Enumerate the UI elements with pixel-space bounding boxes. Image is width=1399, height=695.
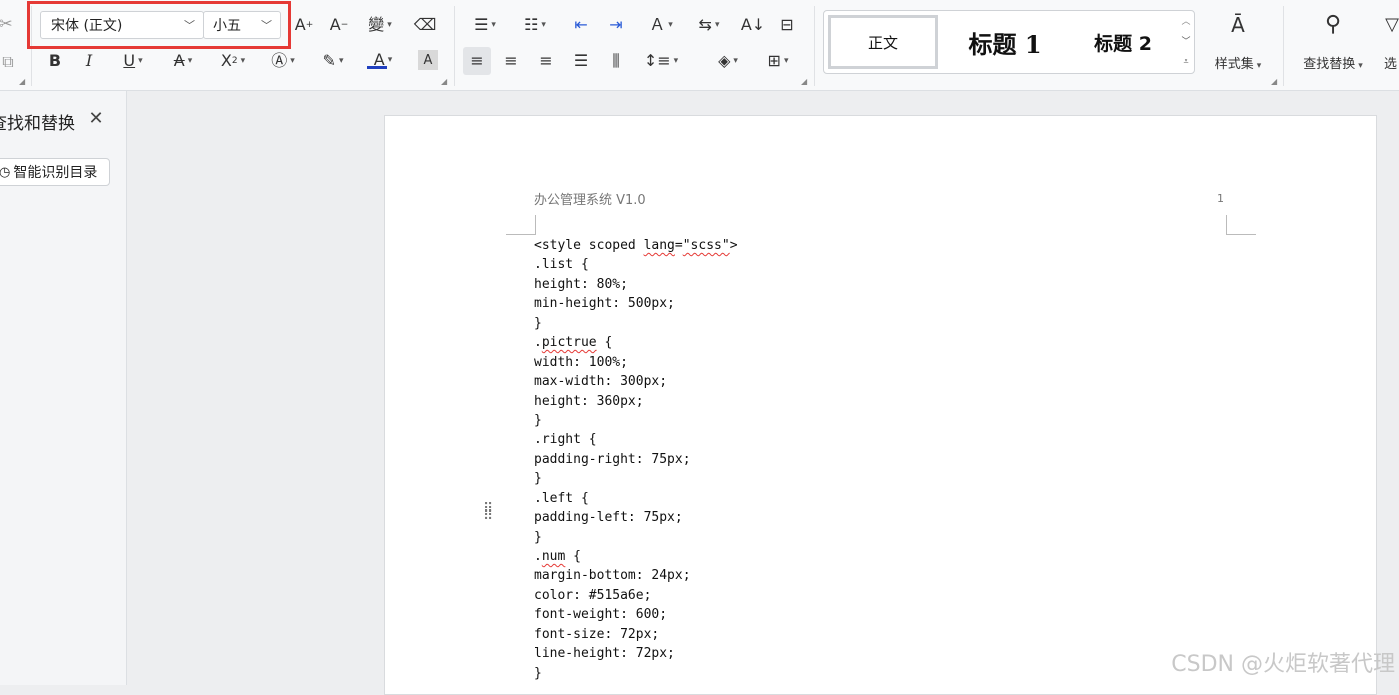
code-line: padding-right: 75px; (534, 451, 691, 467)
superscript-icon[interactable]: X 2 ▾ (214, 50, 252, 72)
strikethrough-icon[interactable]: A ▾ (164, 50, 202, 72)
style-set-label: 样式集 (1214, 57, 1254, 72)
style-set-button[interactable]: 样式集 ▾ (1203, 53, 1273, 72)
code-line: line-height: 72px; (534, 646, 675, 662)
underline-icon[interactable]: U ▾ (114, 50, 152, 72)
justify-icon[interactable]: ☰ (570, 50, 592, 72)
distributed-align-icon[interactable]: ⫼ (605, 50, 627, 72)
code-line: } (534, 412, 542, 428)
text-direction-icon[interactable]: ⇆ ▾ (692, 14, 726, 36)
sort-icon[interactable]: A↓ (741, 14, 765, 36)
paragraph-drag-handle-icon[interactable]: ⠿ ⠿ (483, 502, 497, 523)
highlight-box (27, 1, 291, 49)
code-line: font-size: 72px; (534, 626, 660, 642)
smart-toc-label: 智能识别目录 (13, 165, 98, 181)
page-number: 1 (1217, 192, 1224, 205)
search-icon[interactable]: ⚲ (1318, 10, 1348, 40)
grow-font-icon[interactable]: A + (293, 14, 315, 36)
code-line: width: 100%; (534, 354, 628, 370)
character-shading-icon[interactable]: A (418, 50, 438, 70)
shrink-font-icon[interactable]: A − (328, 14, 350, 36)
phonetic-guide-icon[interactable]: 變 ▾ (362, 14, 398, 36)
style-heading1-label: 标题 1 (968, 29, 1042, 59)
styles-gallery: 正文 标题 1 标题 2 ︿ ﹀ ⩡ (823, 10, 1195, 74)
code-line: padding-left: 75px; (534, 510, 683, 526)
style-set-icon[interactable]: Ā (1225, 12, 1251, 38)
code-line: .right { (534, 432, 597, 448)
gallery-up-icon[interactable]: ︿ (1179, 15, 1193, 29)
style-heading2[interactable]: 标题 2 (1072, 15, 1174, 69)
document-page[interactable] (384, 115, 1377, 695)
gallery-more-icon[interactable]: ⩡ (1179, 55, 1193, 69)
align-center-icon[interactable]: ≡ (500, 50, 522, 72)
code-line: } (534, 315, 542, 331)
font-color-bar (367, 66, 387, 69)
style-heading2-label: 标题 2 (1094, 32, 1152, 55)
find-replace-button[interactable]: 查找替换 ▾ (1293, 53, 1373, 72)
gallery-down-icon[interactable]: ﹀ (1179, 35, 1193, 49)
close-icon[interactable]: ✕ (86, 109, 106, 129)
italic-icon[interactable]: I (78, 50, 100, 72)
smart-toc-button[interactable]: ◷ 智能识别目录 (0, 158, 110, 186)
clipboard-group-expand-icon[interactable]: ◢ (19, 77, 25, 86)
code-line: margin-bottom: 24px; (534, 568, 691, 584)
code-line: font-weight: 600; (534, 607, 668, 623)
styles-group-expand-icon[interactable]: ◢ (1271, 77, 1277, 86)
borders-icon[interactable]: ⊞ ▾ (760, 50, 796, 72)
align-left-icon[interactable]: ≡ (463, 47, 491, 75)
code-line: } (534, 665, 542, 681)
pane-title: 查找和替换 (0, 114, 75, 134)
code-line: } (534, 529, 542, 545)
style-normal[interactable]: 正文 (828, 15, 938, 69)
code-line: } (534, 471, 542, 487)
decrease-indent-icon[interactable]: ⇤ (570, 14, 592, 36)
select-button[interactable]: 选 (1384, 53, 1399, 72)
highlight-color-icon[interactable]: ✎ ▾ (314, 50, 352, 72)
style-normal-label: 正文 (867, 33, 898, 52)
code-line: color: #515a6e; (534, 587, 652, 603)
chinese-layout-icon[interactable]: Ａ ▾ (642, 14, 680, 36)
numbered-list-icon[interactable]: ☷ ▾ (518, 14, 552, 36)
code-line: .list { (534, 257, 589, 273)
style-heading1[interactable]: 标题 1 (946, 15, 1064, 69)
bullet-list-icon[interactable]: ☰ ▾ (468, 14, 502, 36)
clock-icon: ◷ (0, 164, 11, 180)
margin-mark-left (506, 215, 536, 235)
cut-icon[interactable]: ✂ (0, 14, 16, 34)
select-label: 选 (1384, 57, 1398, 72)
clear-format-icon[interactable]: ⌫ (414, 14, 437, 36)
show-marks-icon[interactable]: ⊟ (776, 14, 798, 36)
watermark: CSDN @火炬软著代理 (1171, 652, 1395, 677)
code-block[interactable]: <style scoped lang="scss"> .list { height:… (534, 236, 738, 683)
code-line: height: 80%; (534, 276, 628, 292)
paragraph-group-expand-icon[interactable]: ◢ (801, 77, 807, 86)
text-effect-icon[interactable]: Ⓐ ▾ (264, 50, 302, 72)
code-line: .pictrue { (534, 335, 613, 351)
bold-icon[interactable]: B (44, 50, 66, 72)
ribbon-toolbar: ✂ ⧉ ◢ 宋体 (正文) ﹀ 小五 ﹀ A + A − 變 ▾ ⌫ B I U ▾ A… (0, 0, 1399, 91)
code-line: height: 360px; (534, 393, 644, 409)
code-line: <style scoped lang="scss"> (534, 238, 738, 253)
page-header-text: 办公管理系统 V1.0 (534, 193, 646, 208)
find-replace-pane: 查找和替换 ✕ ◷ 智能识别目录 (0, 91, 127, 685)
increase-indent-icon[interactable]: ⇥ (605, 14, 627, 36)
code-line: min-height: 500px; (534, 296, 675, 312)
code-line: .left { (534, 490, 589, 506)
copy-icon[interactable]: ⧉ (0, 52, 18, 72)
select-icon[interactable]: ▽ (1385, 12, 1399, 38)
margin-mark-right (1226, 215, 1256, 235)
align-right-icon[interactable]: ≡ (535, 50, 557, 72)
font-group-expand-icon[interactable]: ◢ (441, 77, 447, 86)
shading-icon[interactable]: ◈ ▾ (710, 50, 746, 72)
code-line: max-width: 300px; (534, 374, 668, 390)
find-replace-label: 查找替换 (1303, 57, 1356, 72)
line-spacing-icon[interactable]: ↕≡ ▾ (643, 50, 679, 72)
code-line: .num { (534, 549, 581, 564)
